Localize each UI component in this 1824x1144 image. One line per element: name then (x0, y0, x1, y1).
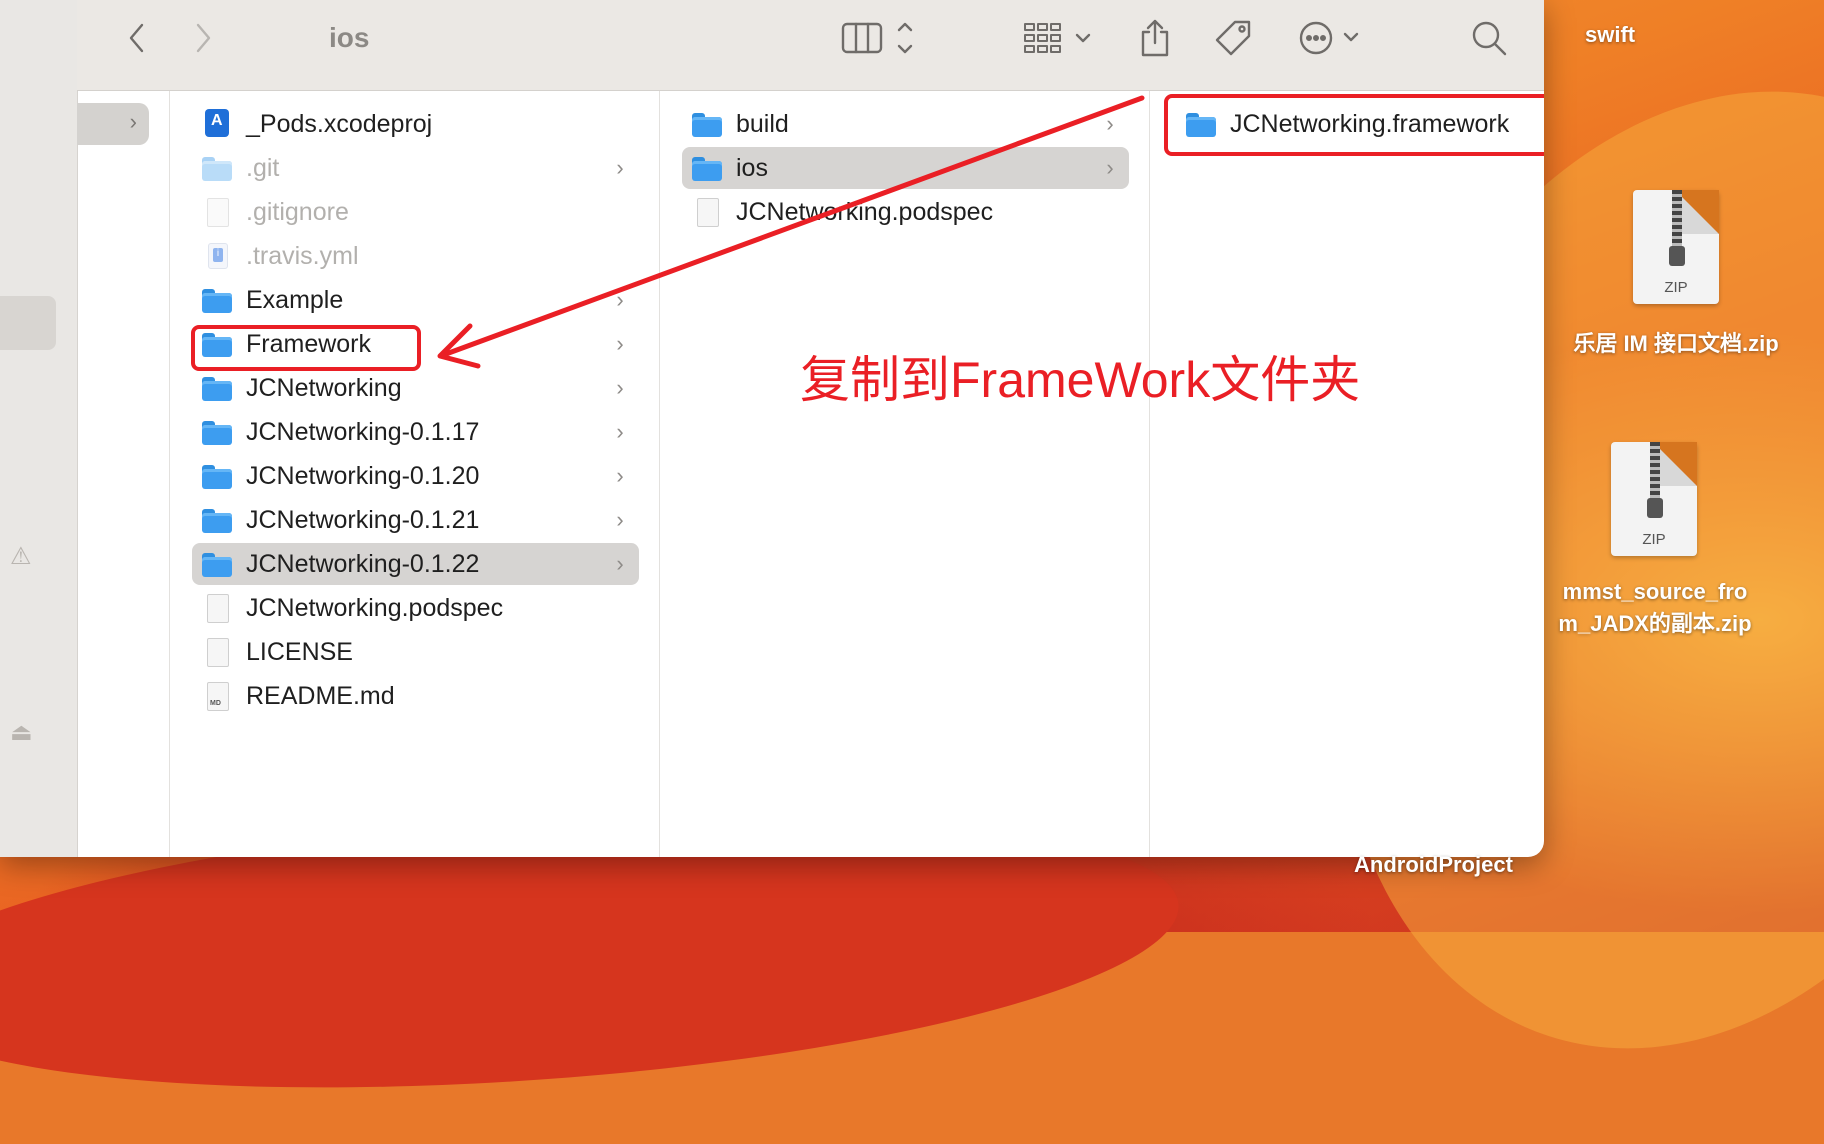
eject-icon[interactable]: ⏏ (10, 718, 33, 747)
desktop-item-androidproject-label[interactable]: AndroidProject (1354, 852, 1513, 878)
list-item[interactable]: .git › (192, 147, 639, 189)
column-0: › (77, 91, 170, 857)
search-icon[interactable] (1467, 18, 1511, 58)
chevron-right-icon: › (1106, 155, 1114, 180)
list-item[interactable]: build › (682, 103, 1129, 145)
folder-icon (202, 157, 232, 181)
chevron-right-icon: › (616, 287, 624, 312)
back-chevron-icon[interactable] (117, 18, 157, 58)
ellipsis-circle-icon[interactable] (1297, 18, 1367, 58)
markdown-file-icon: MD (207, 682, 229, 711)
column-2: build › ios › JCNetworking.podspec (660, 91, 1150, 857)
list-item-selected[interactable]: ios › (682, 147, 1129, 189)
xcodeproj-icon (205, 109, 229, 137)
list-item[interactable]: .travis.yml (192, 235, 639, 277)
file-icon (697, 198, 719, 227)
window-title: ios (329, 22, 370, 53)
forward-chevron-icon (183, 18, 223, 58)
list-item[interactable]: .gitignore (192, 191, 639, 233)
chevron-right-icon: › (616, 463, 624, 488)
column-1: _Pods.xcodeproj .git › .gitignore .travi… (170, 91, 660, 857)
desktop-item-swift-label[interactable]: swift (1585, 22, 1635, 48)
zip-file-icon: ZIP (1633, 190, 1719, 304)
warning-icon: ⚠ (10, 543, 32, 570)
folder-icon (202, 377, 232, 401)
chevron-right-icon: › (616, 551, 624, 576)
tag-icon[interactable] (1211, 18, 1255, 58)
list-item[interactable]: _Pods.xcodeproj (192, 103, 639, 145)
chevron-right-icon: › (616, 331, 624, 356)
column-3: JCNetworking.framework (1150, 91, 1544, 857)
annotation-text: 复制到FrameWork文件夹 (800, 352, 1361, 408)
yml-file-icon (208, 243, 228, 269)
folder-icon (202, 465, 232, 489)
list-item-selected[interactable]: JCNetworking-0.1.22 › (192, 543, 639, 585)
list-item[interactable]: LICENSE (192, 631, 639, 673)
group-grid-icon[interactable] (1021, 18, 1097, 58)
chevron-right-icon: › (129, 109, 137, 134)
list-item[interactable]: JCNetworking-0.1.20 › (192, 455, 639, 497)
highlight-framework-file-box (1164, 94, 1544, 156)
parent-folder-row[interactable]: › (77, 103, 149, 145)
highlight-framework-box (191, 325, 421, 371)
toolbar: ios (77, 0, 1544, 91)
list-item[interactable]: MD README.md (192, 675, 639, 717)
file-icon (207, 638, 229, 667)
chevron-right-icon: › (616, 419, 624, 444)
list-item[interactable]: JCNetworking › (192, 367, 639, 409)
folder-icon (202, 509, 232, 533)
folder-icon (202, 421, 232, 445)
chevron-right-icon: › (616, 507, 624, 532)
chevron-right-icon: › (1106, 111, 1114, 136)
column-view-icon[interactable] (839, 18, 923, 58)
list-item[interactable]: JCNetworking-0.1.21 › (192, 499, 639, 541)
zip-file-icon: ZIP (1611, 442, 1697, 556)
list-item[interactable]: Example › (192, 279, 639, 321)
list-item[interactable]: JCNetworking.podspec (682, 191, 1129, 233)
list-item[interactable]: JCNetworking-0.1.17 › (192, 411, 639, 453)
list-item[interactable]: JCNetworking.podspec (192, 587, 639, 629)
chevron-right-icon: › (616, 155, 624, 180)
share-icon[interactable] (1135, 18, 1175, 58)
folder-icon (202, 289, 232, 313)
folder-icon (692, 113, 722, 137)
folder-icon (692, 157, 722, 181)
chevron-right-icon: › (616, 375, 624, 400)
sidebar-selected-item[interactable] (0, 296, 56, 350)
file-icon (207, 594, 229, 623)
sidebar: ⚠ ⏏ (0, 0, 78, 857)
folder-icon (202, 553, 232, 577)
file-icon (207, 198, 229, 227)
finder-window: ⚠ ⏏ ios › _P (0, 0, 1544, 857)
